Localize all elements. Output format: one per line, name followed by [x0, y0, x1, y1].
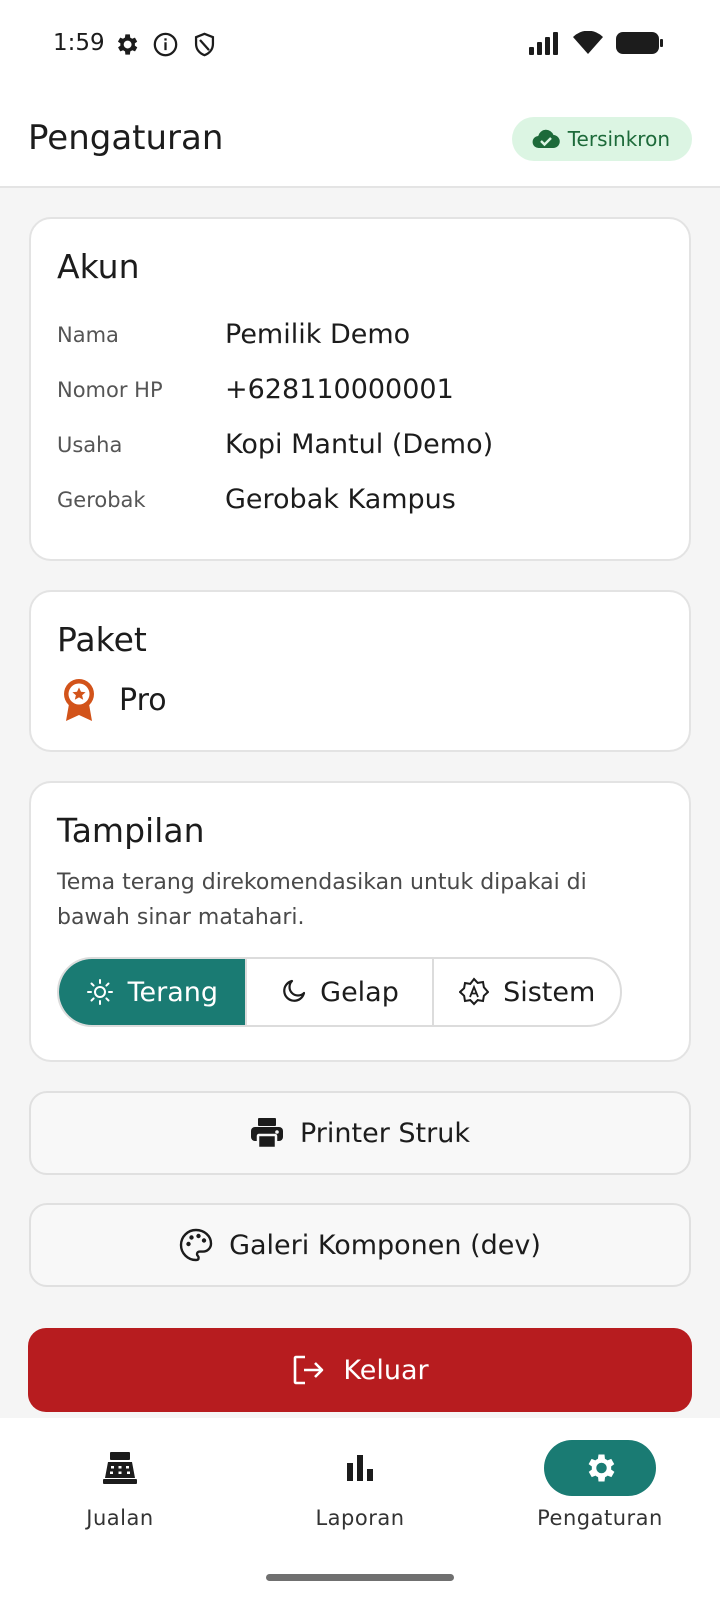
info-icon: [153, 32, 178, 57]
moon-icon: [283, 979, 306, 1002]
account-value: Pemilik Demo: [225, 319, 411, 350]
status-time: 1:59: [53, 30, 105, 56]
theme-option-label: Terang: [127, 976, 219, 1008]
shield-icon: [194, 32, 215, 57]
account-row-cart: Gerobak Gerobak Kampus: [57, 484, 667, 532]
plan-row: Pro: [61, 678, 167, 722]
award-badge-icon: [64, 679, 94, 721]
theme-segmented-control: Terang Gelap Sistem: [57, 957, 622, 1027]
account-card: Akun Nama Pemilik Demo Nomor HP +6281100…: [29, 217, 691, 561]
appearance-description: Tema terang direkomendasikan untuk dipak…: [57, 870, 587, 930]
home-indicator[interactable]: [266, 1574, 454, 1581]
gear-icon: [588, 1454, 615, 1482]
plan-name: Pro: [119, 682, 167, 718]
wifi-icon: [573, 31, 603, 54]
component-gallery-label: Galeri Komponen (dev): [229, 1229, 541, 1261]
nav-label: Pengaturan: [537, 1506, 663, 1530]
account-title: Akun: [57, 247, 140, 286]
printer-receipt-label: Printer Struk: [300, 1117, 470, 1149]
account-value: Gerobak Kampus: [225, 484, 456, 515]
page-title: Pengaturan: [28, 118, 224, 158]
printer-icon: [251, 1118, 283, 1149]
nav-item-jualan[interactable]: Jualan: [30, 1440, 210, 1530]
theme-option-light[interactable]: Terang: [59, 959, 245, 1025]
appearance-title: Tampilan: [57, 811, 205, 850]
logout-button[interactable]: Keluar: [28, 1328, 692, 1412]
cloud-check-icon: [532, 129, 560, 149]
cash-register-icon: [103, 1452, 137, 1484]
nav-item-laporan[interactable]: Laporan: [270, 1440, 450, 1530]
nav-label: Jualan: [86, 1506, 154, 1530]
theme-option-system[interactable]: Sistem: [432, 959, 620, 1025]
theme-option-label: Gelap: [320, 976, 399, 1008]
account-value: Kopi Mantul (Demo): [225, 429, 494, 460]
account-label: Nama: [57, 323, 119, 347]
account-value: +628110000001: [225, 374, 454, 405]
nav-item-pengaturan[interactable]: Pengaturan: [510, 1440, 690, 1530]
signal-icon: [529, 32, 558, 55]
appearance-card: Tampilan Tema terang direkomendasikan un…: [29, 781, 691, 1062]
account-row-business: Usaha Kopi Mantul (Demo): [57, 429, 667, 477]
plan-card: Paket Pro: [29, 590, 691, 752]
bottom-navigation: Jualan Laporan Pengaturan: [0, 1418, 720, 1600]
sync-status-badge: Tersinkron: [511, 117, 692, 161]
component-gallery-button[interactable]: Galeri Komponen (dev): [29, 1203, 691, 1287]
account-label: Nomor HP: [57, 378, 163, 402]
sun-icon: [86, 979, 113, 1005]
nav-label: Laporan: [315, 1506, 405, 1530]
app-bar: Pengaturan Tersinkron: [0, 90, 720, 188]
account-label: Gerobak: [57, 488, 146, 512]
theme-option-dark[interactable]: Gelap: [244, 959, 433, 1025]
bar-chart-icon: [347, 1455, 373, 1481]
account-row-name: Nama Pemilik Demo: [57, 319, 667, 367]
status-bar: 1:59: [0, 0, 720, 90]
printer-receipt-button[interactable]: Printer Struk: [29, 1091, 691, 1175]
palette-icon: [179, 1228, 213, 1262]
logout-icon: [294, 1355, 324, 1385]
sync-status-label: Tersinkron: [567, 127, 670, 151]
theme-option-label: Sistem: [503, 976, 596, 1008]
plan-title: Paket: [57, 620, 147, 659]
logout-label: Keluar: [343, 1354, 429, 1386]
account-row-phone: Nomor HP +628110000001: [57, 374, 667, 422]
auto-theme-icon: [459, 977, 490, 1006]
gear-icon: [117, 34, 138, 55]
battery-icon: [616, 32, 663, 54]
account-label: Usaha: [57, 433, 123, 457]
